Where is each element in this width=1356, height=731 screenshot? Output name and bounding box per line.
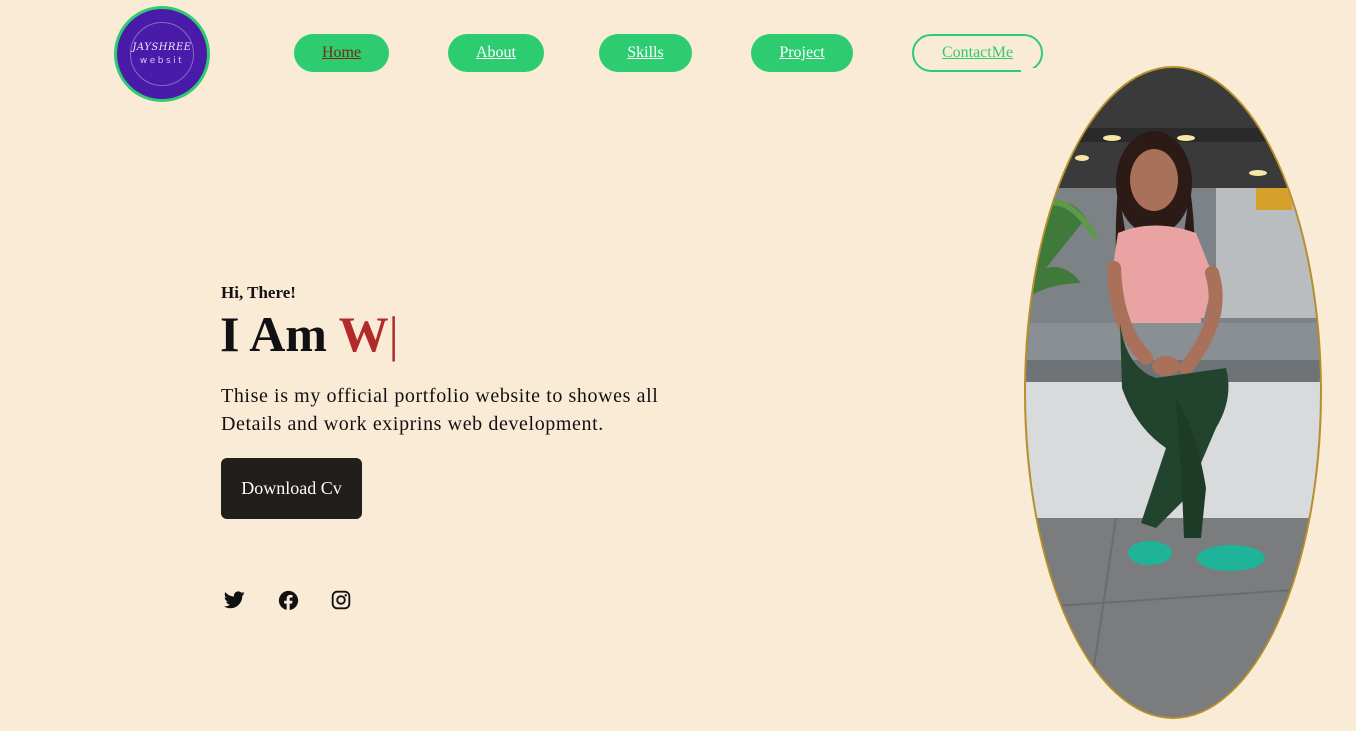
nav-skills-link[interactable]: Skills <box>599 34 692 72</box>
logo-line1: JAYSHREE <box>132 42 192 53</box>
nav-about-link[interactable]: About <box>448 34 544 72</box>
nav-contact-link[interactable]: ContactMe <box>912 34 1043 72</box>
title-prefix: I Am <box>220 306 339 362</box>
nav-project-link[interactable]: Project <box>751 34 853 72</box>
twitter-icon[interactable] <box>223 589 245 611</box>
profile-photo <box>1024 66 1322 719</box>
typed-text: W <box>338 306 389 362</box>
hero-title: I Am W| <box>220 304 399 364</box>
instagram-icon[interactable] <box>330 589 352 611</box>
greeting-text: Hi, There! <box>221 283 296 302</box>
site-logo[interactable]: JAYSHREE websit <box>114 6 210 102</box>
hero-description: Thise is my official portfolio website t… <box>221 385 659 435</box>
profile-photo-illustration <box>1026 68 1320 717</box>
download-cv-button[interactable]: Download Cv <box>221 458 362 519</box>
facebook-icon[interactable] <box>277 589 299 611</box>
nav-home-link[interactable]: Home <box>294 34 389 72</box>
logo-line2: websit <box>139 56 185 66</box>
nav-contact-label: ContactMe <box>941 44 1014 61</box>
portfolio-page: JAYSHREE websit Home About Skills Projec… <box>0 0 1356 731</box>
typing-cursor: | <box>388 306 399 362</box>
contact-border-gap <box>1021 68 1043 72</box>
logo-badge: JAYSHREE websit <box>130 22 194 86</box>
